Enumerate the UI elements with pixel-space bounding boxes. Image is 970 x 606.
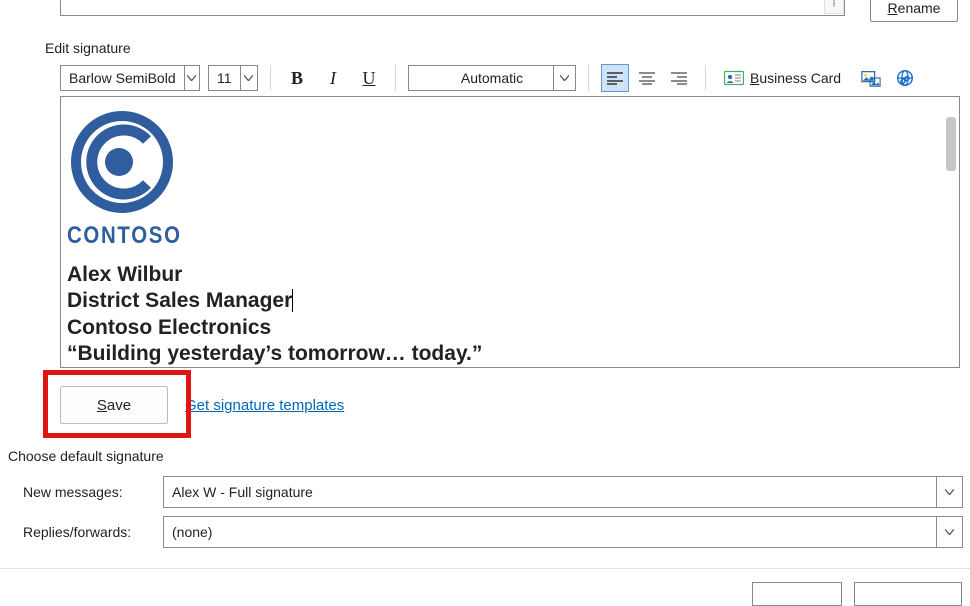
business-card-icon bbox=[724, 68, 744, 88]
replies-forwards-label: Replies/forwards: bbox=[23, 524, 163, 540]
rename-button[interactable]: Rename bbox=[870, 0, 958, 22]
align-left-button[interactable] bbox=[601, 64, 629, 92]
underline-button[interactable]: U bbox=[355, 64, 383, 92]
chevron-down-icon bbox=[553, 66, 575, 90]
font-size-value: 11 bbox=[209, 70, 240, 86]
italic-button[interactable]: I bbox=[319, 64, 347, 92]
company-logo: CONTOSO bbox=[67, 107, 959, 250]
business-card-accelerator: B bbox=[750, 70, 759, 86]
scrollbar-thumb[interactable] bbox=[946, 117, 956, 171]
separator bbox=[270, 65, 271, 91]
bold-button[interactable]: B bbox=[283, 64, 311, 92]
signature-name-more-icon[interactable] bbox=[824, 0, 844, 14]
chevron-down-icon bbox=[184, 66, 199, 90]
signature-name: Alex Wilbur bbox=[67, 262, 959, 288]
edit-signature-label: Edit signature bbox=[45, 40, 131, 56]
insert-image-button[interactable] bbox=[861, 68, 881, 88]
signature-text-block: Alex Wilbur District Sales Manager Conto… bbox=[67, 262, 959, 367]
replies-forwards-value: (none) bbox=[172, 524, 212, 540]
dialog-button[interactable] bbox=[752, 582, 842, 606]
separator bbox=[0, 568, 970, 569]
new-messages-value: Alex W - Full signature bbox=[172, 484, 313, 500]
new-messages-label: New messages: bbox=[23, 484, 163, 500]
font-family-select[interactable]: Barlow SemiBold bbox=[60, 65, 200, 91]
separator bbox=[705, 65, 706, 91]
signature-tagline: “Building yesterday’s tomorrow… today.” bbox=[67, 341, 959, 367]
chevron-down-icon bbox=[240, 66, 257, 90]
format-toolbar: Barlow SemiBold 11 B I U Automatic bbox=[60, 62, 960, 94]
choose-default-label: Choose default signature bbox=[8, 448, 164, 464]
font-color-value: Automatic bbox=[453, 70, 531, 86]
align-center-button[interactable] bbox=[633, 64, 661, 92]
signature-title: District Sales Manager bbox=[67, 288, 959, 314]
signature-editor[interactable]: CONTOSO Alex Wilbur District Sales Manag… bbox=[60, 96, 960, 368]
font-size-select[interactable]: 11 bbox=[208, 65, 258, 91]
chevron-down-icon bbox=[936, 517, 962, 547]
alignment-group bbox=[601, 64, 693, 92]
save-accelerator: S bbox=[97, 397, 107, 414]
replies-forwards-select[interactable]: (none) bbox=[163, 516, 963, 548]
separator bbox=[588, 65, 589, 91]
get-templates-link[interactable]: Get signature templates bbox=[185, 397, 344, 414]
font-family-value: Barlow SemiBold bbox=[61, 70, 184, 86]
business-card-button[interactable]: Business Card bbox=[718, 64, 847, 92]
rename-accelerator: R bbox=[888, 0, 898, 16]
save-button[interactable]: Save bbox=[60, 386, 168, 424]
signature-name-input[interactable] bbox=[60, 0, 845, 16]
contoso-logo-icon bbox=[67, 107, 177, 217]
separator bbox=[395, 65, 396, 91]
signature-company: Contoso Electronics bbox=[67, 315, 959, 341]
insert-link-button[interactable] bbox=[895, 68, 915, 88]
dialog-button[interactable] bbox=[854, 582, 962, 606]
chevron-down-icon bbox=[936, 477, 962, 507]
company-logo-text: CONTOSO bbox=[67, 222, 825, 250]
align-right-button[interactable] bbox=[665, 64, 693, 92]
new-messages-select[interactable]: Alex W - Full signature bbox=[163, 476, 963, 508]
font-color-select[interactable]: Automatic bbox=[408, 65, 576, 91]
